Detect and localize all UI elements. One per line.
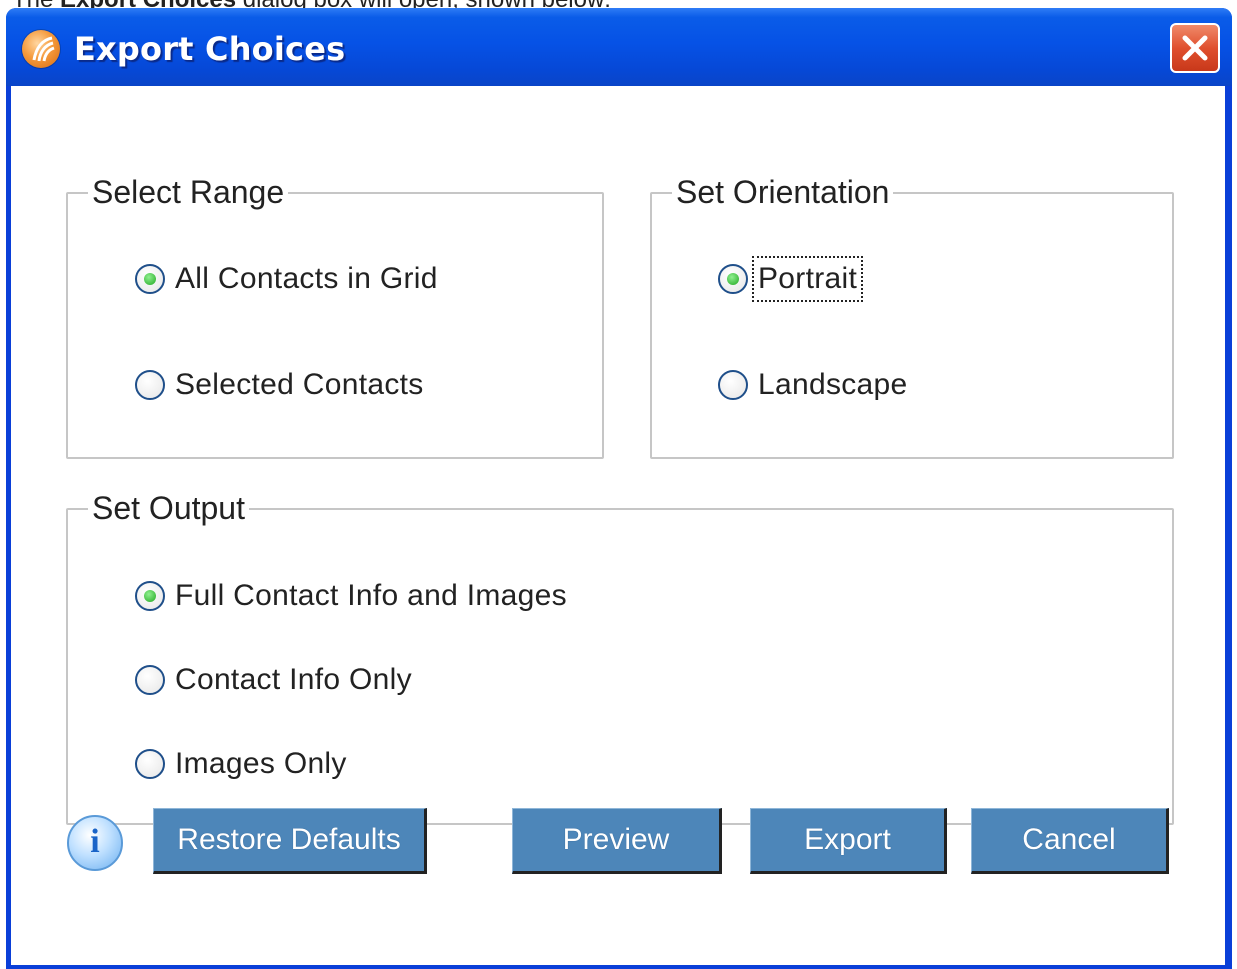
select-range-legend: Select Range <box>92 174 285 210</box>
radio-landscape[interactable]: Landscape <box>718 368 908 402</box>
radio-label: All Contacts in Grid <box>175 262 438 295</box>
title-bar[interactable]: Export Choices <box>6 8 1232 86</box>
window-title: Export Choices <box>74 30 346 68</box>
close-x-icon <box>1182 35 1208 61</box>
radio-label: Selected Contacts <box>175 368 424 401</box>
radio-contact-info-only[interactable]: Contact Info Only <box>135 663 412 697</box>
radio-circle[interactable] <box>718 264 748 294</box>
radio-circle[interactable] <box>135 264 165 294</box>
export-choices-dialog: Export Choices Select Range All Contacts… <box>6 8 1232 969</box>
radio-portrait[interactable]: Portrait <box>718 256 864 302</box>
close-button[interactable] <box>1170 23 1220 73</box>
radio-circle[interactable] <box>718 370 748 400</box>
set-orientation-legend: Set Orientation <box>676 174 890 210</box>
radio-circle[interactable] <box>135 581 165 611</box>
radio-circle[interactable] <box>135 370 165 400</box>
radio-label: Contact Info Only <box>175 663 412 696</box>
cancel-button[interactable]: Cancel <box>971 808 1169 874</box>
radio-label: Landscape <box>758 368 908 401</box>
radio-images-only[interactable]: Images Only <box>135 747 347 781</box>
dialog-body: Select Range All Contacts in Grid Select… <box>11 86 1225 965</box>
preview-button[interactable]: Preview <box>512 808 722 874</box>
select-range-group: Select Range <box>66 174 604 459</box>
set-output-legend: Set Output <box>92 490 245 526</box>
radio-selected-contacts[interactable]: Selected Contacts <box>135 368 424 402</box>
restore-defaults-button[interactable]: Restore Defaults <box>153 808 427 874</box>
radio-all-contacts-in-grid[interactable]: All Contacts in Grid <box>135 262 438 296</box>
set-orientation-group: Set Orientation <box>650 174 1174 459</box>
info-icon[interactable]: i <box>67 815 123 871</box>
app-logo-icon <box>22 30 60 68</box>
radio-circle[interactable] <box>135 749 165 779</box>
export-button[interactable]: Export <box>750 808 947 874</box>
radio-full-contact-info-and-images[interactable]: Full Contact Info and Images <box>135 579 567 613</box>
radio-circle[interactable] <box>135 665 165 695</box>
radio-label: Full Contact Info and Images <box>175 579 567 612</box>
radio-label: Images Only <box>175 747 347 780</box>
info-glyph: i <box>90 823 100 860</box>
radio-label: Portrait <box>751 256 864 302</box>
